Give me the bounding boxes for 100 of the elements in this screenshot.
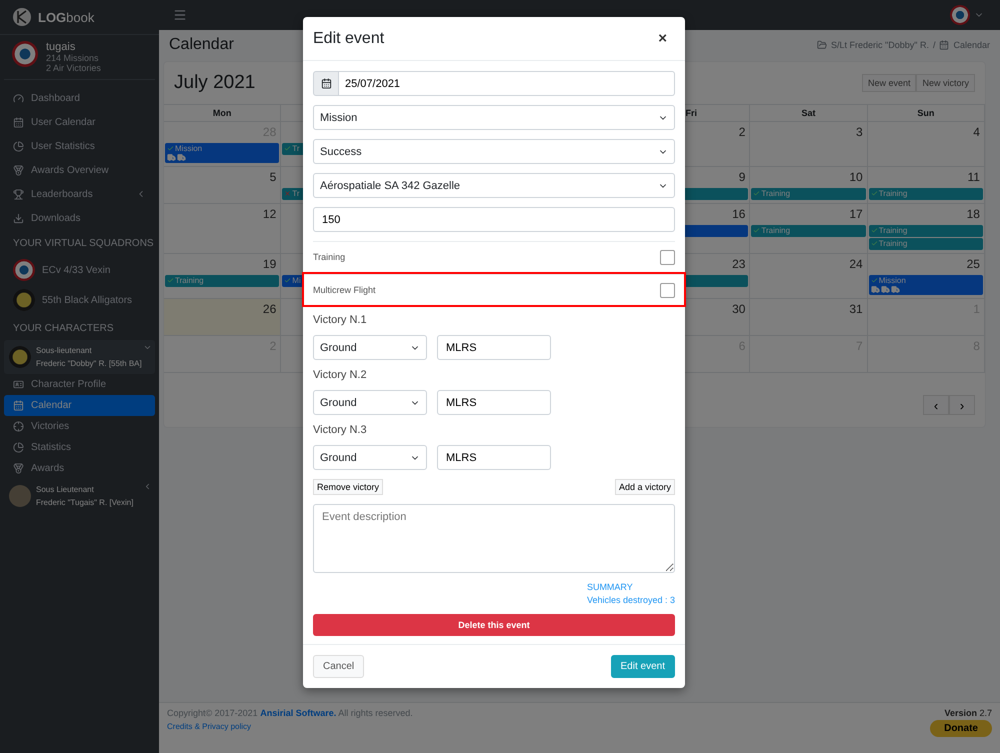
avatar-circle	[9, 485, 31, 507]
day-number: 11	[968, 170, 980, 184]
event-label: Training	[878, 239, 908, 248]
input-field[interactable]: MLRS	[437, 335, 551, 360]
copyright-text: Copyright© 2017-2021 Ansirial Software. All rights reserved.	[167, 708, 413, 718]
nav-item[interactable]: Character Profile	[4, 374, 155, 395]
section-heading: YOUR VIRTUAL SQUADRONS	[12, 237, 155, 251]
company-link[interactable]: Ansirial Software.	[260, 708, 336, 718]
nav-item[interactable]: Statistics	[4, 437, 155, 458]
day-cell[interactable]: 25 Mission	[868, 254, 985, 299]
nav-item[interactable]: Calendar	[4, 395, 155, 416]
day-cell[interactable]: 12	[164, 204, 282, 254]
option-label: Training	[313, 252, 346, 262]
breadcrumb-link[interactable]: S/Lt Frederic "Dobby" R.	[831, 40, 929, 50]
select-field[interactable]: Ground	[313, 335, 427, 360]
cancel-button[interactable]: Cancel	[313, 655, 364, 678]
pager-button[interactable]: ‹	[923, 395, 949, 415]
user-name: tugais	[46, 41, 76, 53]
delete-button[interactable]: Delete this event	[313, 614, 675, 636]
day-number: 17	[849, 207, 863, 221]
day-number: 18	[966, 207, 980, 221]
calendar-icon	[939, 40, 950, 50]
day-number: 16	[732, 207, 746, 221]
calendar-button[interactable]: New victory	[916, 74, 975, 92]
event-bar[interactable]: Training	[868, 238, 983, 250]
menu-icon[interactable]	[173, 8, 187, 22]
nav-item[interactable]: Leaderboards	[4, 182, 155, 206]
day-number: 26	[262, 302, 276, 316]
select-field[interactable]: Ground	[313, 445, 427, 470]
description-field[interactable]: Event description	[313, 504, 675, 573]
medal-icon	[13, 463, 24, 474]
close-button[interactable]: ×	[652, 29, 673, 48]
date-field[interactable]: 25/07/2021	[339, 71, 675, 96]
event-bar[interactable]: Mission	[868, 275, 983, 295]
day-cell[interactable]: 18 Training Training	[868, 204, 985, 254]
event-bar[interactable]: Mission	[165, 143, 280, 163]
summary-title: SUMMARY	[586, 582, 634, 592]
roundel-icon	[13, 259, 35, 281]
checkbox[interactable]	[660, 250, 675, 264]
trophy-icon	[13, 188, 24, 200]
input-field[interactable]: 150	[313, 207, 675, 232]
day-cell[interactable]: 10 Training	[750, 167, 868, 204]
breadcrumb-separator: /	[932, 40, 936, 50]
select-field[interactable]: Success	[313, 139, 675, 164]
submit-button[interactable]: Edit event	[610, 655, 675, 678]
event-bar[interactable]: Training	[868, 225, 983, 237]
nav-item[interactable]: Downloads	[4, 206, 155, 230]
remove-victory-button[interactable]: Remove victory	[313, 479, 384, 495]
input-field[interactable]: MLRS	[437, 390, 551, 415]
event-bar[interactable]: Training	[868, 188, 983, 200]
event-label: Training	[761, 189, 790, 198]
select-field[interactable]: Mission	[313, 105, 675, 130]
chevron-icon	[143, 482, 152, 491]
add-victory-button[interactable]: Add a victory	[614, 479, 675, 495]
credits-link[interactable]: Credits & Privacy policy	[167, 722, 252, 731]
day-cell[interactable]: 19 Training	[164, 254, 282, 299]
day-cell[interactable]: 17 Training	[750, 204, 868, 254]
calendar-icon	[13, 116, 24, 128]
day-number: 4	[973, 125, 980, 139]
calendar-button[interactable]: New event	[862, 74, 916, 92]
event-bar[interactable]: Training	[751, 188, 866, 200]
character-card[interactable]: Sous-lieutenant Frederic "Dobby" R. [55th BA]	[4, 340, 155, 374]
day-cell[interactable]: 31	[750, 299, 868, 336]
day-cell[interactable]: 26	[164, 299, 282, 336]
nav-item[interactable]: Awards Overview	[4, 158, 155, 182]
nav-item[interactable]: Awards	[4, 458, 155, 479]
event-bar[interactable]: Training	[751, 225, 866, 237]
day-cell[interactable]: 5	[164, 167, 282, 204]
select-field[interactable]: Ground	[313, 390, 427, 415]
nav-item[interactable]: User Statistics	[4, 134, 155, 158]
squadron-item[interactable]: ECv 4/33 Vexin	[4, 255, 155, 285]
day-cell[interactable]: 3	[750, 122, 868, 167]
day-cell[interactable]: 11 Training	[868, 167, 985, 204]
summary-text: Vehicles destroyed : 3	[586, 595, 675, 605]
modal-title: Edit event	[313, 30, 384, 48]
badge-icon	[13, 289, 35, 311]
checkbox[interactable]	[660, 282, 675, 298]
nav-item[interactable]: Dashboard	[4, 86, 155, 110]
day-cell[interactable]: 24	[750, 254, 868, 299]
event-label: Training	[878, 226, 908, 235]
day-number: 19	[262, 257, 276, 271]
event-bar[interactable]: Training	[165, 275, 280, 287]
day-number: 23	[732, 257, 746, 271]
input-field[interactable]: MLRS	[437, 445, 551, 470]
crosshair-icon	[13, 421, 24, 432]
pager-button[interactable]: ›	[949, 395, 975, 415]
badge-icon	[9, 346, 31, 368]
select-field[interactable]: Aérospatiale SA 342 Gazelle	[313, 173, 675, 198]
squadron-item[interactable]: 55th Black Alligators	[4, 285, 155, 315]
day-number: 25	[966, 257, 980, 271]
nav-item[interactable]: Victories	[4, 416, 155, 437]
day-number: 12	[262, 207, 276, 221]
medal-icon	[13, 164, 24, 176]
pie-chart-icon	[13, 140, 24, 152]
donate-button[interactable]: Donate	[930, 720, 992, 737]
day-cell[interactable]: 4	[868, 122, 985, 167]
user-avatar[interactable]	[950, 5, 970, 25]
event-label: Training	[175, 276, 204, 285]
nav-item[interactable]: User Calendar	[4, 110, 155, 134]
character-card[interactable]: Sous Lieutenant Frederic "Tugais" R. [Vexin]	[4, 479, 155, 513]
